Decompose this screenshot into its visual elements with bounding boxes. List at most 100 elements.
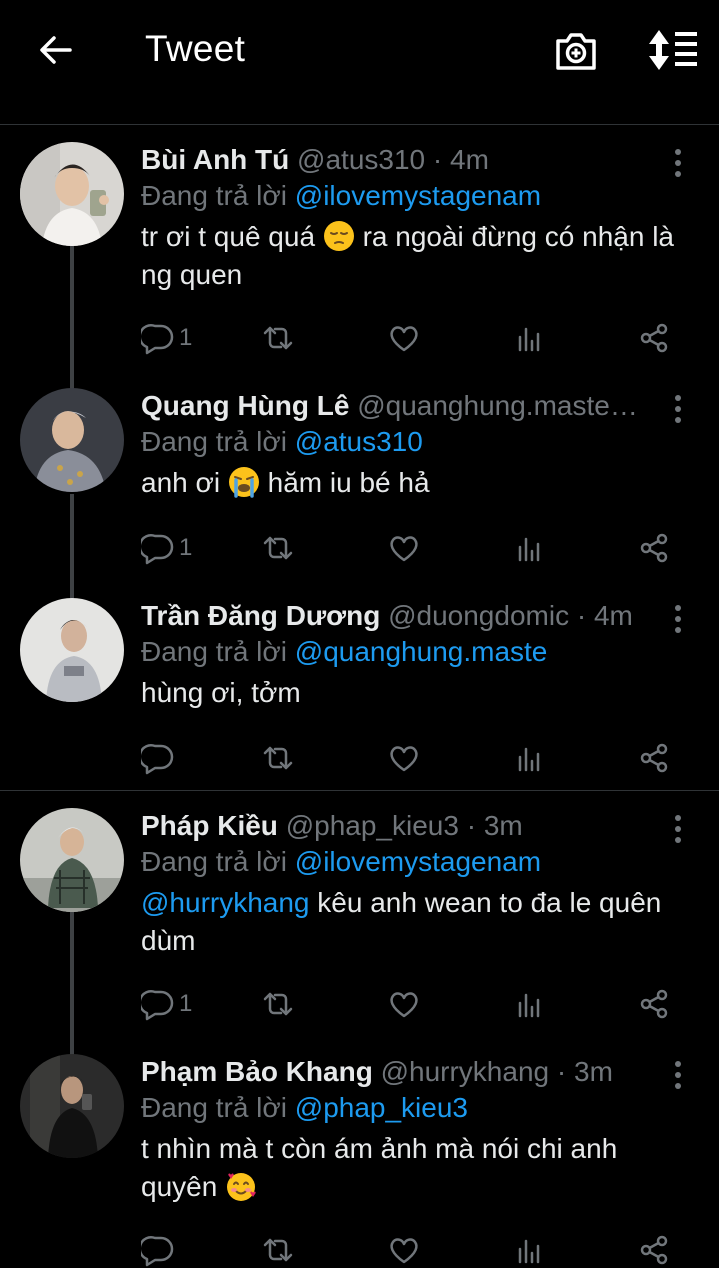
replying-to: Đang trả lời @ilovemystagenam [141, 178, 701, 214]
share-button[interactable] [637, 528, 671, 568]
username[interactable]: @hurrykhang [381, 1056, 550, 1087]
timestamp: 4m [593, 600, 633, 631]
reply-button[interactable]: 1 [141, 984, 192, 1024]
like-button[interactable] [387, 318, 421, 358]
replying-to-handle[interactable]: @ilovemystagenam [295, 846, 541, 877]
avatar[interactable] [20, 808, 124, 912]
display-name[interactable]: Phạm Bảo Khang [141, 1056, 373, 1087]
reply-count: 1 [179, 990, 193, 1017]
more-options-icon[interactable] [672, 148, 684, 178]
username[interactable]: @quanghung.maste… [357, 390, 638, 421]
reply-button[interactable] [141, 1230, 175, 1268]
replying-to: Đang trả lời @phap_kieu3 [141, 1090, 701, 1126]
more-options-icon[interactable] [672, 394, 684, 424]
separator-dot: · [556, 1056, 567, 1087]
avatar[interactable] [20, 1054, 124, 1158]
tweet-text: hùng ơi, tởm [141, 677, 301, 708]
analytics-button[interactable] [513, 1230, 547, 1268]
tweet-actions: 1 [141, 318, 681, 358]
conversation-divider [0, 790, 719, 791]
tweet-text: t nhìn mà t còn ám ảnh mà nói chi anh qu… [141, 1130, 701, 1206]
like-button[interactable] [387, 528, 421, 568]
more-options-icon[interactable] [672, 604, 684, 634]
sort-replies-icon[interactable] [645, 28, 699, 72]
analytics-button[interactable] [513, 984, 547, 1024]
avatar[interactable] [20, 598, 124, 702]
replying-to-handle[interactable]: @quanghung.maste [295, 636, 548, 667]
replying-to: Đang trả lời @ilovemystagenam [141, 844, 701, 880]
retweet-icon [263, 536, 293, 560]
username[interactable]: @phap_kieu3 [286, 810, 459, 841]
avatar[interactable] [20, 388, 124, 492]
more-options-icon[interactable] [672, 814, 684, 844]
retweet-button[interactable] [261, 528, 295, 568]
retweet-icon [263, 326, 293, 350]
separator-dot: · [576, 600, 587, 631]
replying-to: Đang trả lời @atus310 [141, 424, 701, 460]
tweet-header: Pháp Kiều @phap_kieu3 · 3m [141, 808, 701, 844]
reply-tweet[interactable]: Phạm Bảo Khang @hurrykhang · 3m Đang trả… [0, 1054, 719, 1268]
tweet-text-part: tr ơi t quê quá [141, 221, 316, 252]
camera-add-icon[interactable] [553, 29, 599, 73]
display-name[interactable]: Pháp Kiều [141, 810, 278, 841]
share-button[interactable] [637, 738, 671, 778]
retweet-icon [263, 992, 293, 1016]
like-button[interactable] [387, 984, 421, 1024]
retweet-button[interactable] [261, 984, 295, 1024]
share-button[interactable] [637, 1230, 671, 1268]
heart-icon [390, 326, 418, 352]
reply-icon [141, 744, 174, 775]
reply-icon [141, 534, 174, 565]
analytics-icon [518, 993, 540, 1018]
reply-tweet[interactable]: Bùi Anh Tú @atus310 · 4m Đang trả lời @i… [0, 142, 719, 382]
share-button[interactable] [637, 318, 671, 358]
display-name[interactable]: Bùi Anh Tú [141, 144, 289, 175]
reply-button[interactable]: 1 [141, 318, 192, 358]
reply-button[interactable]: 1 [141, 528, 192, 568]
smiling-face-with-hearts-emoji [227, 1173, 256, 1201]
display-name[interactable]: Trần Đăng Dương [141, 600, 380, 631]
page-title: Tweet [145, 28, 246, 69]
mention-link[interactable]: @hurrykhang [141, 887, 310, 918]
share-button[interactable] [637, 984, 671, 1024]
more-options-icon[interactable] [672, 1060, 684, 1090]
replying-to-label: Đang trả lời [141, 1092, 287, 1123]
like-button[interactable] [387, 1230, 421, 1268]
analytics-button[interactable] [513, 738, 547, 778]
replying-to-label: Đang trả lời [141, 846, 287, 877]
username[interactable]: @duongdomic [388, 600, 569, 631]
timestamp: 3m [483, 810, 523, 841]
retweet-button[interactable] [261, 738, 295, 778]
analytics-button[interactable] [513, 528, 547, 568]
reply-button[interactable] [141, 738, 175, 778]
tweet-header: Trần Đăng Dương @duongdomic · 4m [141, 598, 701, 634]
replying-to-handle[interactable]: @ilovemystagenam [295, 180, 541, 211]
share-icon [640, 743, 668, 773]
analytics-icon [518, 327, 540, 352]
analytics-icon [518, 537, 540, 562]
retweet-button[interactable] [261, 318, 295, 358]
reply-tweet[interactable]: Trần Đăng Dương @duongdomic · 4m Đang tr… [0, 598, 719, 788]
replying-to-handle[interactable]: @phap_kieu3 [295, 1092, 468, 1123]
display-name[interactable]: Quang Hùng Lê [141, 390, 349, 421]
tweet-header: Quang Hùng Lê @quanghung.maste… [141, 388, 701, 424]
reply-tweet[interactable]: Pháp Kiều @phap_kieu3 · 3m Đang trả lời … [0, 808, 719, 1048]
replying-to-label: Đang trả lời [141, 180, 287, 211]
retweet-button[interactable] [261, 1230, 295, 1268]
analytics-button[interactable] [513, 318, 547, 358]
tweet-text-part: t nhìn mà t còn ám ảnh mà nói chi anh qu… [141, 1133, 618, 1202]
replying-to-label: Đang trả lời [141, 426, 287, 457]
tweet-text: anh ơi hăm iu bé hả [141, 464, 701, 502]
reply-tweet[interactable]: Quang Hùng Lê @quanghung.maste… Đang trả… [0, 388, 719, 584]
back-arrow-icon[interactable] [36, 30, 76, 70]
analytics-icon [518, 1239, 540, 1264]
tweet-text-part: hăm iu bé hả [267, 467, 430, 498]
tweet-text-part: anh ơi [141, 467, 221, 498]
avatar[interactable] [20, 142, 124, 246]
tweet-actions: 1 [141, 984, 681, 1024]
tweet-text: tr ơi t quê quá ra ngoài đừng có nhận là… [141, 218, 701, 294]
replying-to-handle[interactable]: @atus310 [295, 426, 423, 457]
tweet-actions: 1 [141, 528, 681, 568]
username[interactable]: @atus310 [297, 144, 425, 175]
like-button[interactable] [387, 738, 421, 778]
